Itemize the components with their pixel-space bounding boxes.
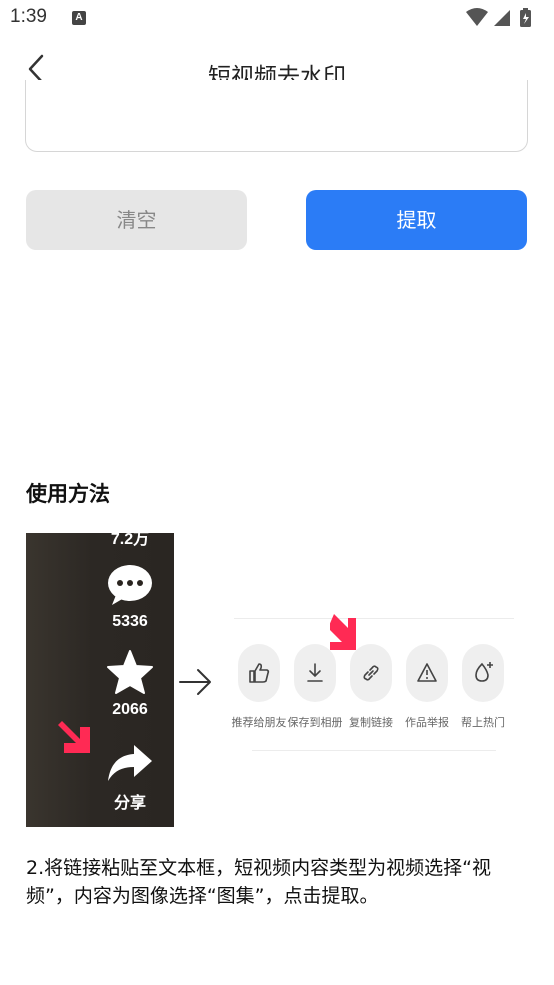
system-status-icons [466, 8, 531, 27]
status-time: 1:39 [10, 6, 47, 27]
comment-icon [108, 565, 152, 605]
flame-plus-icon [475, 662, 493, 682]
comment-count-label: 5336 [112, 613, 148, 630]
share-label: 分享 [113, 795, 146, 812]
status-bar: 1:39 A [0, 0, 554, 36]
highlight-arrow-icon [58, 721, 90, 753]
usage-screenshot-share-sheet: 推荐给朋友 保存到相册 复制链接 作品举报 帮上热门 [226, 610, 516, 760]
star-icon [107, 650, 153, 694]
highlight-arrow-icon [330, 614, 356, 650]
share-icon [108, 745, 152, 781]
download-icon [307, 663, 323, 682]
thumbs-up-icon [249, 663, 270, 683]
signal-icon [494, 10, 510, 26]
clear-button[interactable]: 清空 [26, 190, 247, 250]
notification-icon: A [72, 11, 86, 25]
warning-icon [417, 663, 437, 682]
action-caption: 推荐给朋友 [231, 717, 287, 729]
extract-button[interactable]: 提取 [306, 190, 527, 250]
star-count-label: 2066 [112, 701, 148, 718]
wifi-icon [466, 8, 488, 26]
action-caption: 帮上热门 [461, 717, 505, 729]
action-caption: 保存到相册 [287, 717, 343, 729]
top-count-label: 7.2万 [110, 533, 150, 548]
usage-instructions: 2.将链接粘贴至文本框，短视频内容类型为视频选择“视频”，内容为图像选择“图集”… [26, 857, 491, 907]
usage-screenshot-video: 7.2万 5336 2066 分享 [26, 533, 174, 827]
action-caption: 作品举报 [405, 717, 449, 729]
link-icon [363, 665, 379, 681]
arrow-right-icon [179, 669, 211, 695]
usage-section-title: 使用方法 [26, 482, 110, 506]
action-caption: 复制链接 [349, 717, 393, 729]
link-input-textarea[interactable] [25, 80, 528, 152]
